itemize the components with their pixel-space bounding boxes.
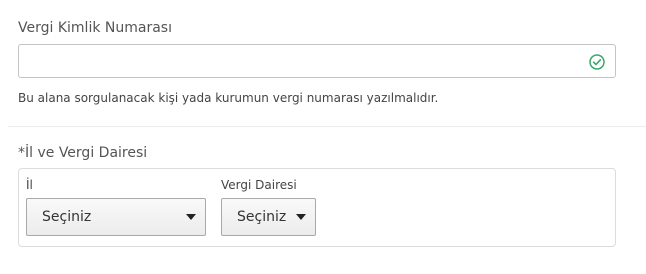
section-divider <box>8 126 646 127</box>
tax-office-select[interactable]: Seçiniz <box>221 198 316 236</box>
tax-number-help-text: Bu alana sorgulanacak kişi yada kurumun … <box>18 91 439 105</box>
tax-number-label: Vergi Kimlik Numarası <box>18 20 172 36</box>
caret-down-icon <box>296 214 306 220</box>
required-mark: * <box>18 145 25 161</box>
province-office-label: *İl ve Vergi Dairesi <box>18 145 147 161</box>
tax-office-label: Vergi Dairesi <box>221 178 297 192</box>
province-office-label-text: İl ve Vergi Dairesi <box>25 145 148 161</box>
check-circle-icon <box>589 54 605 70</box>
province-select[interactable]: Seçiniz <box>26 198 206 236</box>
tax-number-input[interactable] <box>27 46 591 78</box>
tax-number-field-wrapper <box>18 44 616 78</box>
tax-query-form: Vergi Kimlik Numarası Bu alana sorgulana… <box>0 0 646 274</box>
province-select-value: Seçiniz <box>42 209 92 225</box>
province-label: İl <box>26 178 33 192</box>
caret-down-icon <box>186 214 196 220</box>
tax-office-select-value: Seçiniz <box>237 209 287 225</box>
